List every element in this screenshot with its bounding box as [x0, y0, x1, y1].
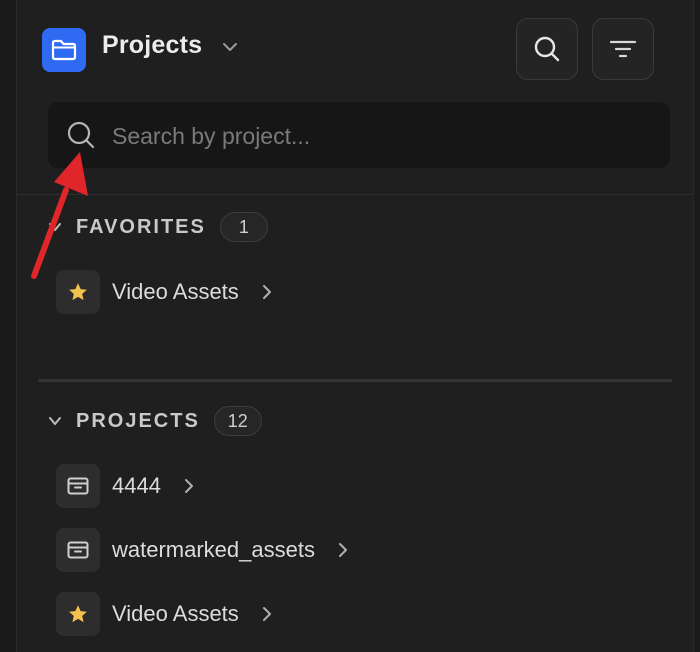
- chevron-down-icon[interactable]: [48, 414, 62, 428]
- right-scrollbar-edge: [693, 0, 700, 652]
- search-icon: [67, 121, 95, 149]
- chevron-down-icon[interactable]: [48, 220, 62, 234]
- archive-icon: [56, 464, 100, 508]
- divider: [38, 379, 672, 382]
- chevron-right-icon: [338, 543, 347, 557]
- projects-title: PROJECTS: [76, 409, 200, 432]
- page-title[interactable]: Projects: [102, 31, 202, 60]
- chevron-down-icon[interactable]: [222, 40, 238, 58]
- star-icon: [56, 592, 100, 636]
- star-icon: [56, 270, 100, 314]
- projects-count-badge: 12: [213, 406, 262, 436]
- search-icon: [534, 36, 560, 62]
- favorite-item-video-assets[interactable]: Video Assets: [56, 270, 273, 314]
- list-item-label: watermarked_assets: [112, 537, 315, 562]
- list-item-label: Video Assets: [112, 279, 239, 304]
- folder-icon: [42, 28, 86, 72]
- search-input[interactable]: [110, 116, 654, 156]
- divider: [16, 194, 694, 195]
- search-field[interactable]: [48, 102, 670, 168]
- search-button[interactable]: [516, 18, 578, 80]
- list-item-label: 4444: [112, 473, 161, 498]
- project-item-video-assets[interactable]: Video Assets: [56, 592, 273, 636]
- filter-button[interactable]: [592, 18, 654, 80]
- filter-icon: [609, 40, 637, 58]
- favorites-section-header[interactable]: FAVORITES 1: [48, 212, 268, 242]
- chevron-right-icon: [262, 607, 271, 621]
- project-item-watermarked-assets[interactable]: watermarked_assets: [56, 528, 349, 572]
- left-panel-edge: [0, 0, 17, 652]
- projects-section-header[interactable]: PROJECTS 12: [48, 406, 262, 436]
- chevron-right-icon: [262, 285, 271, 299]
- favorites-title: FAVORITES: [76, 215, 206, 238]
- project-item-4444[interactable]: 4444: [56, 464, 195, 508]
- chevron-right-icon: [184, 479, 193, 493]
- favorites-count-badge: 1: [219, 212, 268, 242]
- list-item-label: Video Assets: [112, 601, 239, 626]
- archive-icon: [56, 528, 100, 572]
